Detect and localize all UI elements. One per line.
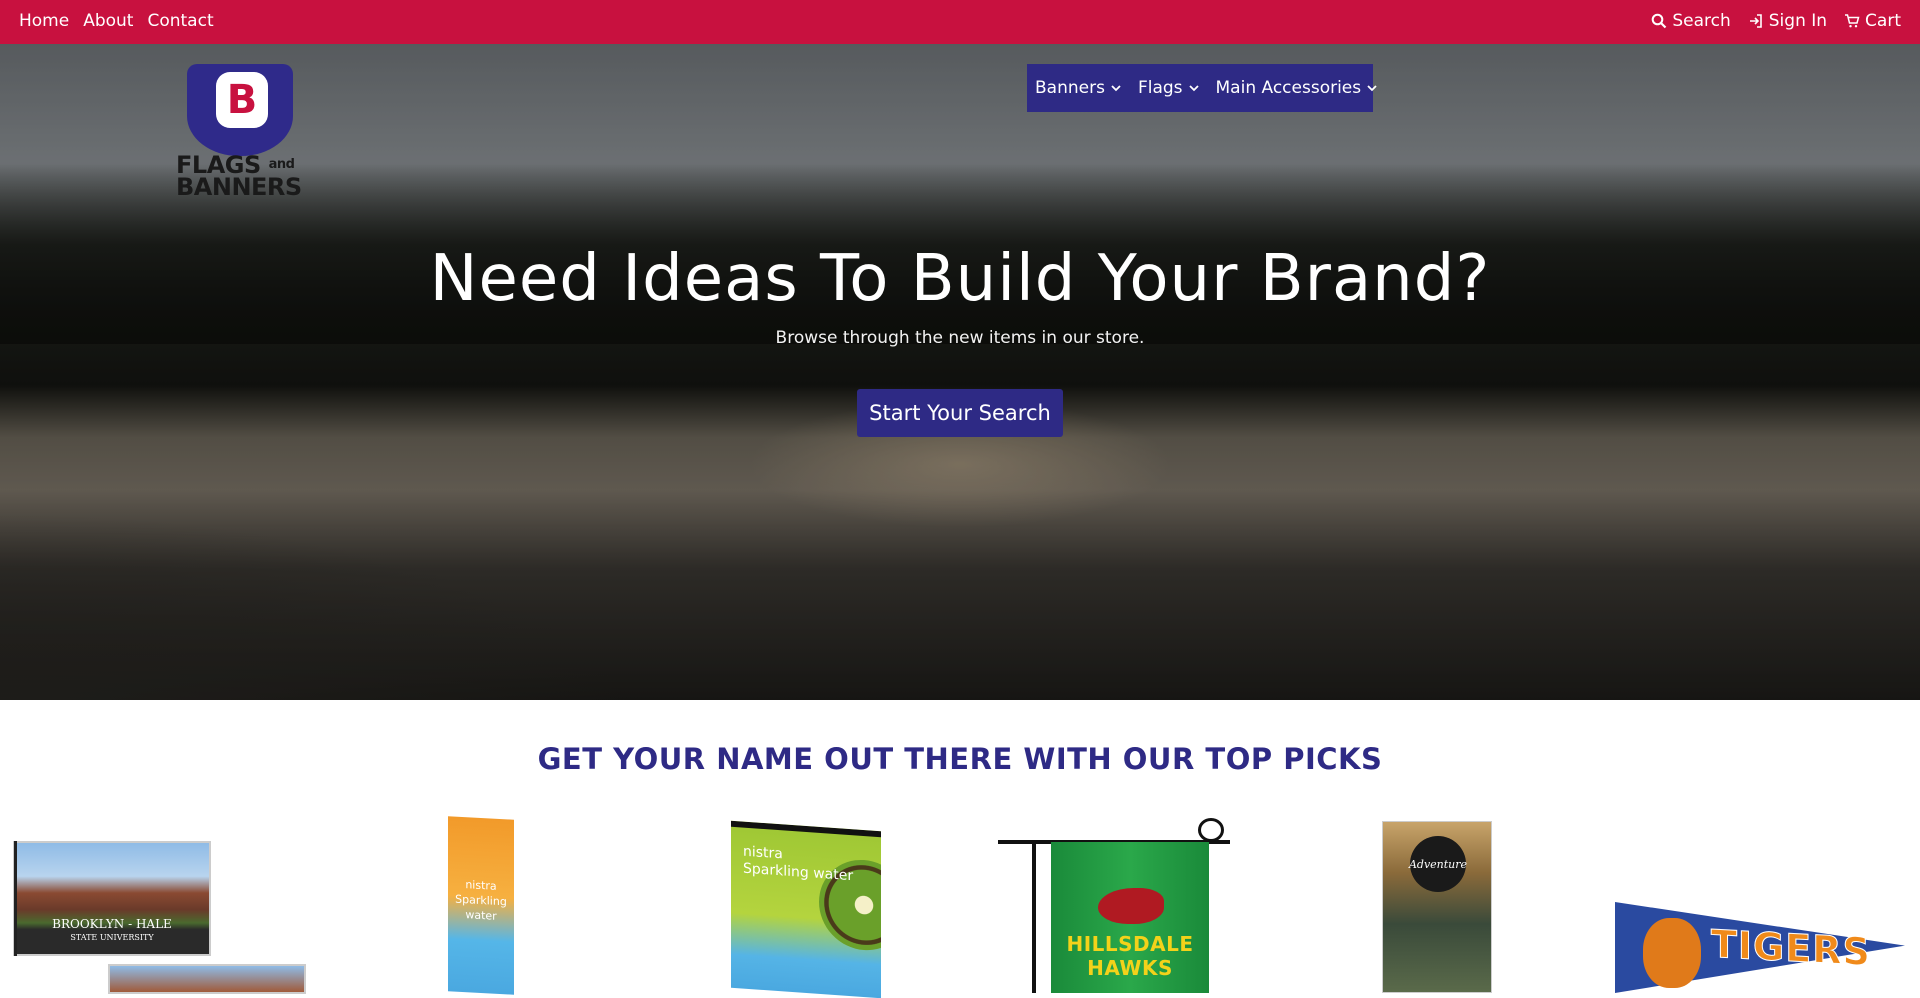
- product-sparkling-water-hanging-banner[interactable]: nistra Sparkling water: [731, 820, 881, 998]
- product-adventure-badge: Adventure: [1409, 836, 1467, 892]
- chevron-down-icon: [1111, 85, 1121, 92]
- chevron-down-icon: [1188, 85, 1199, 92]
- cart-link-label: Cart: [1865, 11, 1901, 31]
- site-logo[interactable]: B FLAGS and BANNERS: [168, 62, 306, 202]
- cart-link[interactable]: Cart: [1844, 11, 1901, 31]
- product-university-subtext: STATE UNIVERSITY: [70, 933, 154, 942]
- product-brand-subtext: Sparkling water: [455, 892, 507, 923]
- category-main-accessories-dropdown[interactable]: Main Accessories: [1216, 78, 1379, 98]
- top-left-links: Home About Contact: [19, 11, 214, 31]
- nav-about-link[interactable]: About: [83, 11, 133, 31]
- tiger-mascot-graphic: [1643, 918, 1701, 988]
- sign-in-link[interactable]: Sign In: [1748, 11, 1827, 31]
- banner-pole: [14, 841, 17, 956]
- product-pennant-text: TIGERS: [1711, 921, 1872, 975]
- search-icon: [1652, 13, 1667, 29]
- product-university-banner-alt[interactable]: [108, 964, 306, 994]
- product-tigers-pennant[interactable]: TIGERS: [1615, 902, 1905, 993]
- sign-in-link-label: Sign In: [1768, 11, 1828, 31]
- product-team-mascot: HAWKS: [1087, 956, 1173, 980]
- product-sparkling-water-retractable-banner[interactable]: nistra Sparkling water: [448, 816, 514, 995]
- sign-in-icon: [1749, 14, 1762, 28]
- top-navigation-bar: Home About Contact Search Sign In Cart: [0, 0, 1920, 44]
- nav-home-link[interactable]: Home: [19, 11, 69, 31]
- category-flags-dropdown[interactable]: Flags: [1138, 78, 1200, 98]
- hawk-mascot-graphic: [1098, 888, 1164, 924]
- top-picks-title: GET YOUR NAME OUT THERE WITH OUR TOP PIC…: [537, 742, 1383, 776]
- top-right-actions: Search Sign In Cart: [1651, 11, 1901, 31]
- product-university-banner[interactable]: BROOKLYN - HALE STATE UNIVERSITY: [13, 841, 211, 956]
- chevron-down-icon: [1367, 85, 1377, 92]
- hero-title: Need Ideas To Build Your Brand?: [429, 242, 1491, 316]
- nav-contact-link[interactable]: Contact: [147, 11, 213, 31]
- search-link-label: Search: [1672, 11, 1731, 31]
- hero-subtitle: Browse through the new items in our stor…: [775, 328, 1145, 348]
- category-banners-dropdown[interactable]: Banners: [1035, 78, 1122, 98]
- logo-wordmark: FLAGS and BANNERS: [176, 151, 302, 201]
- product-team-name: HILLSDALE: [1066, 932, 1194, 956]
- product-adventure-banner[interactable]: Adventure: [1382, 821, 1492, 993]
- product-university-name: BROOKLYN - HALE: [52, 917, 172, 931]
- start-search-button[interactable]: Start Your Search: [857, 389, 1063, 437]
- cart-icon: [1845, 14, 1860, 28]
- category-navigation: Banners Flags Main Accessories: [1027, 64, 1377, 112]
- logo-monogram: B: [216, 72, 268, 128]
- search-link[interactable]: Search: [1651, 11, 1731, 31]
- product-garden-flag-hawks[interactable]: HILLSDALE HAWKS: [998, 818, 1230, 993]
